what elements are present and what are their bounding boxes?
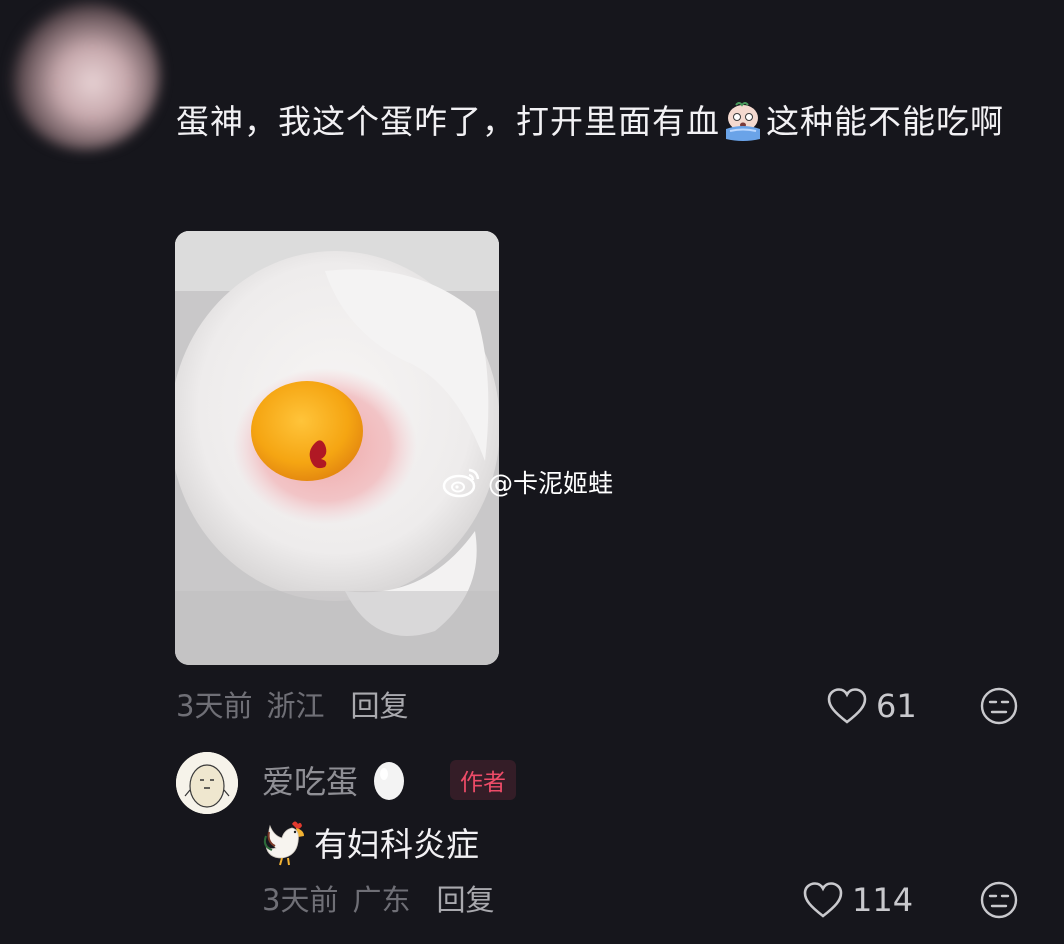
comment-location: 浙江	[266, 689, 325, 723]
watermark-text: @卡泥姬蛙	[488, 469, 614, 498]
commenter-avatar[interactable]	[10, 0, 160, 150]
comment-text-part1: 蛋神，我这个蛋咋了，打开里面有血	[176, 102, 720, 141]
reply-header: 爱吃蛋 作者	[262, 754, 517, 806]
dislike-face-icon[interactable]	[979, 686, 1019, 726]
weibo-logo-icon	[442, 468, 480, 498]
heart-icon	[827, 688, 867, 724]
reply-username[interactable]: 爱吃蛋	[262, 757, 358, 803]
reply-time: 3天前	[262, 883, 339, 917]
reply-text: 有妇科炎症	[314, 825, 479, 864]
reply-reply-button[interactable]: 回复	[436, 877, 494, 919]
comment-reply-button[interactable]: 回复	[350, 683, 408, 725]
comment-body: 蛋神，我这个蛋咋了，打开里面有血 这种能不能吃啊	[176, 92, 1036, 152]
egg-character-avatar	[176, 752, 238, 814]
heart-icon	[803, 882, 843, 918]
comment-meta: 3天前 浙江 回复	[176, 682, 408, 726]
reply-avatar[interactable]	[176, 752, 238, 814]
comment-time: 3天前	[176, 689, 253, 723]
reply-body: 有妇科炎症	[262, 814, 479, 870]
egg-photo-image	[175, 231, 499, 665]
reply-location: 广东	[352, 883, 411, 917]
comment-text-part2: 这种能不能吃啊	[766, 102, 1004, 141]
crying-face-icon	[726, 102, 760, 141]
reply-like-button[interactable]: 114	[802, 878, 913, 922]
author-badge: 作者	[450, 760, 517, 800]
rooster-icon	[263, 821, 304, 866]
reply-meta: 3天前 广东 回复	[262, 876, 494, 920]
egg-icon	[374, 762, 405, 800]
comment-photo-egg[interactable]	[175, 231, 499, 665]
dislike-face-icon[interactable]	[979, 880, 1019, 920]
comment-like-button[interactable]: 61	[826, 684, 917, 728]
reply-like-count: 114	[852, 881, 914, 919]
watermark: @卡泥姬蛙	[442, 463, 613, 501]
comment-like-count: 61	[876, 687, 917, 725]
comment-thread: 蛋神，我这个蛋咋了，打开里面有血 这种能不能吃啊 @卡泥姬蛙 3天前 浙江 回复…	[0, 0, 1064, 944]
